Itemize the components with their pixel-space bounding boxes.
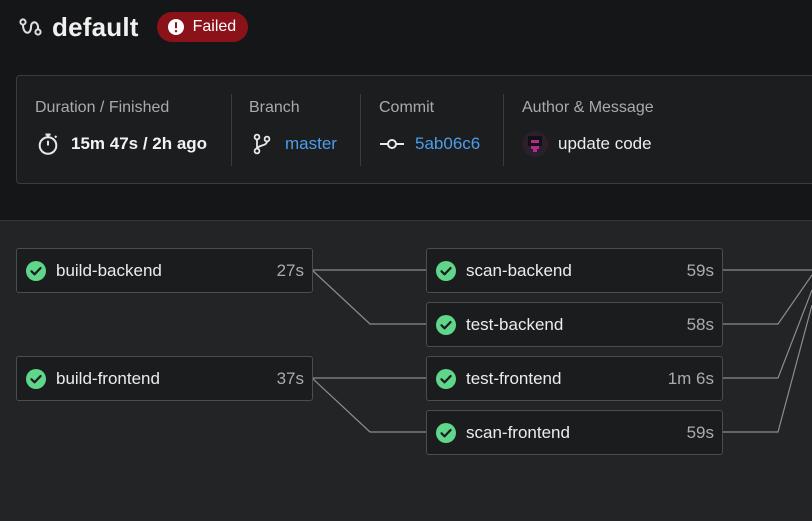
job-scan-frontend[interactable]: scan-frontend 59s <box>426 410 723 455</box>
job-test-backend[interactable]: test-backend 58s <box>426 302 723 347</box>
job-duration: 59s <box>686 422 714 442</box>
job-name: build-frontend <box>56 368 160 388</box>
job-duration: 1m 6s <box>667 368 714 388</box>
job-name: test-backend <box>466 314 564 334</box>
job-name: scan-frontend <box>466 422 570 442</box>
check-circle-icon <box>436 260 456 281</box>
job-build-frontend[interactable]: build-frontend 37s <box>16 356 313 401</box>
job-duration: 59s <box>686 260 714 280</box>
check-circle-icon <box>26 368 46 389</box>
check-circle-icon <box>436 368 456 389</box>
job-duration: 37s <box>276 368 304 388</box>
connector-line <box>722 274 812 325</box>
connector-line <box>311 269 427 325</box>
job-duration: 27s <box>276 260 304 280</box>
check-circle-icon <box>436 314 456 335</box>
connector-line <box>722 289 812 379</box>
job-duration: 58s <box>686 314 714 334</box>
check-circle-icon <box>436 422 456 443</box>
connector-line <box>311 377 427 433</box>
job-name: build-backend <box>56 260 162 280</box>
job-name: scan-backend <box>466 260 572 280</box>
job-test-frontend[interactable]: test-frontend 1m 6s <box>426 356 723 401</box>
check-circle-icon <box>26 260 46 281</box>
job-build-backend[interactable]: build-backend 27s <box>16 248 313 293</box>
job-name: test-frontend <box>466 368 562 388</box>
job-scan-backend[interactable]: scan-backend 59s <box>426 248 723 293</box>
